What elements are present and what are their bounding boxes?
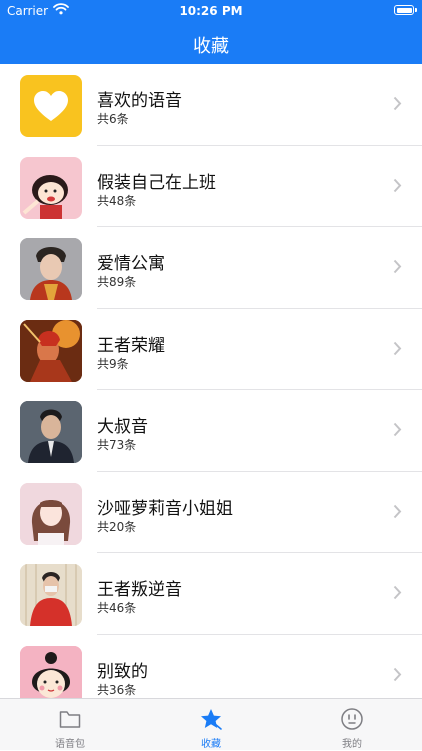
collection-row-husky-loli-voice[interactable]: 沙哑萝莉音小姐姐 共20条 xyxy=(0,472,422,553)
status-time: 10:26 PM xyxy=(179,4,243,18)
chevron-right-icon xyxy=(393,422,402,437)
cartoon-character-thumbnail xyxy=(20,645,82,698)
nav-bar: Carrier 10:26 PM 收藏 xyxy=(0,0,422,64)
collection-name: 王者荣耀 xyxy=(97,335,165,356)
chevron-right-icon xyxy=(393,178,402,192)
boy-red-sweater-thumbnail xyxy=(20,564,82,626)
tab-label: 语音包 xyxy=(55,739,85,750)
chevron-right-icon xyxy=(393,667,402,681)
tab-voice-packs[interactable]: 语音包 xyxy=(0,699,140,751)
folder-icon xyxy=(59,711,81,728)
collection-count: 共20条 xyxy=(97,519,137,534)
man-in-suit-thumbnail xyxy=(20,401,82,463)
collection-row-ipartment[interactable]: 爱情公寓 共89条 xyxy=(0,227,422,309)
heart-icon xyxy=(34,91,68,121)
collection-row-honor-of-kings[interactable]: 王者荣耀 共9条 xyxy=(0,309,422,390)
collection-count: 共36条 xyxy=(97,682,137,697)
collection-row-liked-voices[interactable]: 喜欢的语音 共6条 xyxy=(0,64,422,146)
chevron-right-icon xyxy=(393,585,402,600)
face-icon xyxy=(341,708,363,730)
collection-count: 共89条 xyxy=(97,275,137,289)
tab-mine[interactable]: 我的 xyxy=(282,699,422,751)
collection-name: 沙哑萝莉音小姐姐 xyxy=(97,498,233,519)
status-bar: Carrier 10:26 PM xyxy=(0,0,422,22)
game-art-thumbnail xyxy=(20,319,82,382)
tab-label: 收藏 xyxy=(201,739,221,750)
chevron-right-icon xyxy=(393,341,402,355)
collection-name: 假装自己在上班 xyxy=(97,172,216,193)
heart-thumbnail xyxy=(20,75,82,137)
tab-label: 我的 xyxy=(342,739,362,750)
chevron-right-icon xyxy=(393,504,402,518)
collection-count: 共46条 xyxy=(97,601,137,615)
chevron-right-icon xyxy=(393,96,402,111)
chevron-right-icon xyxy=(393,259,402,274)
star-icon xyxy=(201,709,222,730)
collection-name: 王者叛逆音 xyxy=(97,580,182,600)
tab-favorites[interactable]: 收藏 xyxy=(141,699,281,751)
collection-name: 大叔音 xyxy=(97,417,148,437)
costume-portrait-thumbnail xyxy=(20,238,82,300)
collection-row-uncle-voice[interactable]: 大叔音 共73条 xyxy=(0,390,422,472)
collection-count: 共73条 xyxy=(97,438,137,452)
page-title: 收藏 xyxy=(193,36,229,57)
collection-row-unique[interactable]: 别致的 共36条 xyxy=(0,635,422,698)
collection-count: 共9条 xyxy=(97,356,129,371)
battery-icon xyxy=(394,5,417,15)
collection-row-pretend-at-work[interactable]: 假装自己在上班 共48条 xyxy=(0,146,422,227)
cartoon-girl-thumbnail xyxy=(20,156,82,219)
collection-count: 共6条 xyxy=(97,112,129,126)
collection-name: 爱情公寓 xyxy=(97,254,165,274)
collection-count: 共48条 xyxy=(97,193,137,208)
collection-name: 别致的 xyxy=(97,661,148,682)
collection-list: 喜欢的语音 共6条 假装自己在上班 共48条 爱情公寓 共89条 王者荣耀 共9… xyxy=(0,64,422,698)
girl-portrait-thumbnail xyxy=(20,482,82,545)
collection-name: 喜欢的语音 xyxy=(97,91,182,111)
tab-bar: 语音包 收藏 我的 xyxy=(0,698,422,750)
collection-row-rebel-voice[interactable]: 王者叛逆音 共46条 xyxy=(0,553,422,635)
